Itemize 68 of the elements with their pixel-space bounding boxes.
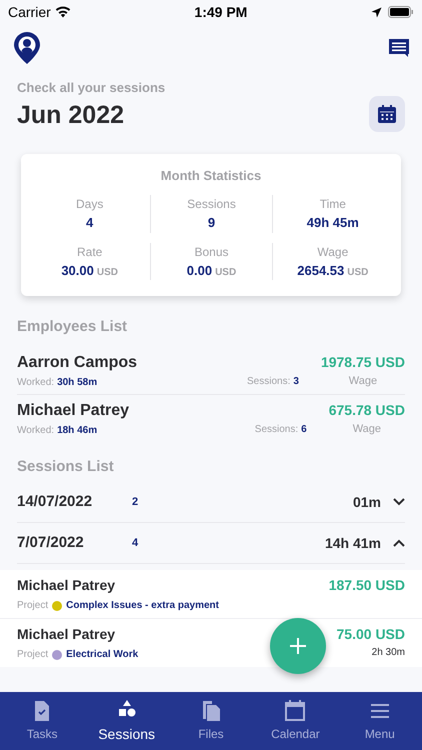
tab-item[interactable]: Sessions [84,698,169,744]
tab-item[interactable]: Tasks [0,699,84,743]
session-duration: 14h 41m [324,534,381,552]
sessions-label: Sessions: [254,422,298,436]
stat-value: 4 [86,214,94,232]
subtitle: Check all your sessions [17,79,166,97]
sessions-count: 6 [301,422,307,436]
calendar-icon [377,104,397,124]
calendar-button[interactable] [369,96,405,132]
stat-value: 49h 45m [306,214,359,232]
session-entry[interactable]: Michael Patrey Project Complex Issues - extra payment 187.50 USD [0,570,422,619]
status-time: 1:49 PM [194,2,248,22]
employee-name: Michael Patrey [17,400,130,420]
stat-unit: USD [215,266,236,280]
worked-label: Worked: [17,424,54,438]
sessions-label: Sessions: [247,374,290,388]
stat-label: Bonus [194,244,228,260]
employee-name: Michael Patrey [17,625,116,644]
section-heading: Sessions List [16,456,115,476]
stat-value: 2654.53 [297,262,344,280]
stat-unit: USD [96,266,118,280]
project-label: Project [17,648,48,662]
session-count: 4 [132,536,140,551]
wage-amount: 675.78 USD [328,401,405,420]
employee-name: Aarron Campos [17,352,138,372]
carrier-label: Carrier [8,2,51,22]
wifi-icon [54,6,71,18]
session-count: 2 [132,494,140,510]
section-heading: Employees List [16,317,128,337]
stat-label: Days [76,196,104,213]
employee-name: Michael Patrey [17,576,116,595]
worked-label: Worked: [17,376,54,390]
pin-logo-icon [12,31,42,65]
session-day-row[interactable]: 7/07/2022 4 14h 41m [17,523,405,564]
plus-icon [289,637,307,655]
wage-label: Wage [352,422,382,437]
location-arrow-icon [370,6,382,18]
month-title: Jun 2022 [17,100,126,130]
stat-value: 30.00 [61,262,94,280]
project-name: Complex Issues - extra payment [66,599,219,613]
session-date: 14/07/2022 [17,492,94,512]
stat-label: Wage [317,244,348,260]
worked-time: 18h 46m [57,424,98,438]
message-icon[interactable] [388,38,410,58]
tab-item[interactable]: Files [168,699,254,743]
stat-value: 0.00 [186,262,212,280]
session-amount: 75.00 USD [336,625,405,644]
session-date: 7/07/2022 [17,532,85,553]
session-duration: 01m [352,492,381,512]
tab-item[interactable]: Menu [338,699,422,743]
wage-amount: 1978.75 USD [320,353,405,372]
battery-icon [388,6,414,18]
stat-unit: USD [347,266,368,280]
stat-value: 9 [208,214,216,232]
stat-label: Sessions [187,196,236,213]
stat-label: Rate [76,244,102,260]
wage-label: Wage [348,374,378,389]
session-day-row[interactable]: 14/07/2022 2 01m [17,482,405,523]
tab-item[interactable]: Calendar [253,699,338,743]
project-label: Project [17,599,48,613]
session-duration: 2h 30m [372,646,405,660]
calendar-icon [283,699,308,723]
session-amount: 187.50 USD [328,576,405,595]
worked-time: 30h 58m [57,376,98,390]
card-title: Month Statistics [160,166,262,184]
stat-label: Time [320,196,346,213]
sessions-count: 3 [293,374,299,388]
project-name: Electrical Work [66,648,138,662]
